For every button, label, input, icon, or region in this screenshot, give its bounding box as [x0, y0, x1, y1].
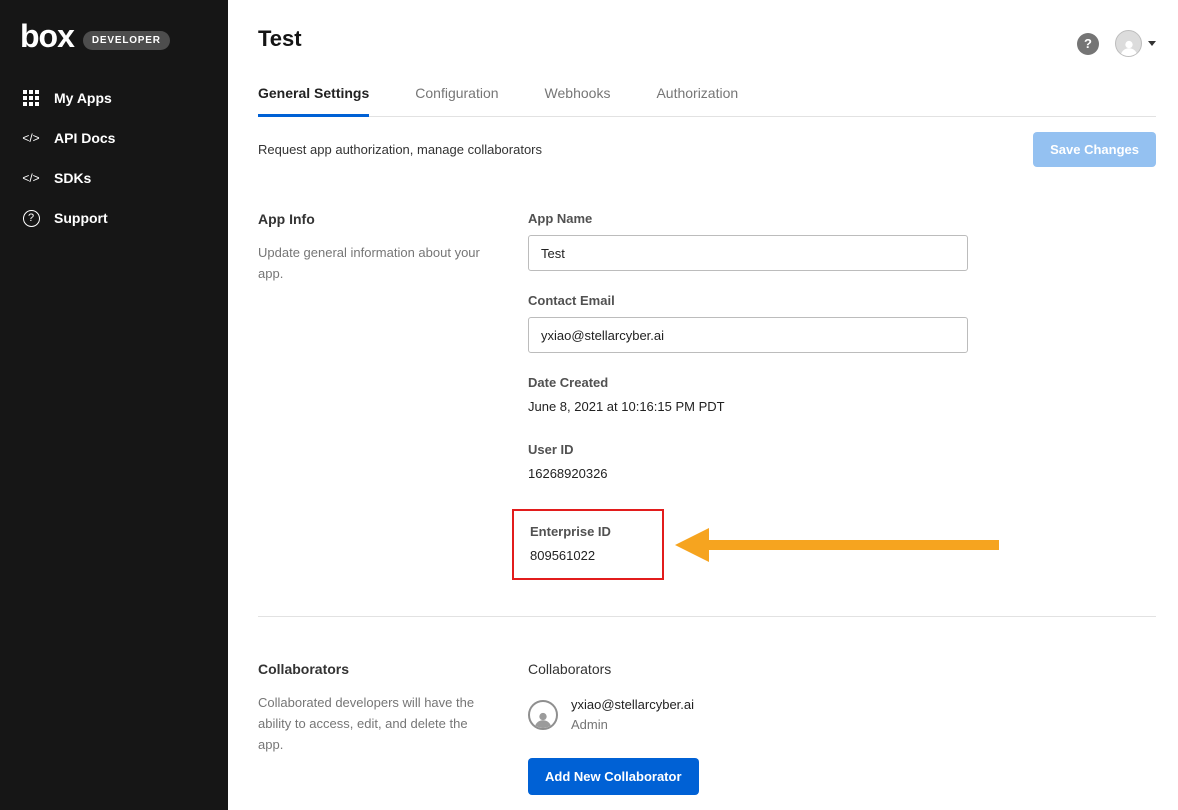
main-content: Test ? General Settings Configuration We… — [228, 0, 1178, 810]
annotation-arrow-icon — [675, 528, 999, 562]
tab-authorization[interactable]: Authorization — [656, 85, 738, 116]
collaborators-intro: Collaborators Collaborated developers wi… — [258, 661, 528, 795]
collaborators-heading: Collaborators — [258, 661, 496, 677]
enterprise-id-label: Enterprise ID — [530, 524, 646, 539]
app-info-intro: App Info Update general information abou… — [258, 211, 528, 580]
date-created-field: Date Created June 8, 2021 at 10:16:15 PM… — [528, 375, 1156, 414]
collaborators-description: Collaborated developers will have the ab… — [258, 693, 496, 755]
collaborator-role: Admin — [571, 717, 694, 732]
header-actions: ? — [1077, 30, 1156, 57]
arrow-head — [675, 528, 709, 562]
collaborators-section: Collaborators Collaborated developers wi… — [228, 661, 1178, 795]
app-name-input[interactable] — [528, 235, 968, 271]
sidebar-item-label: API Docs — [54, 130, 115, 146]
app-name-label: App Name — [528, 211, 1156, 226]
contact-email-field: Contact Email — [528, 293, 1156, 353]
app-info-heading: App Info — [258, 211, 496, 227]
tab-configuration[interactable]: Configuration — [415, 85, 498, 116]
question-icon: ? — [22, 210, 40, 227]
collaborator-info: yxiao@stellarcyber.ai Admin — [571, 697, 694, 732]
developer-badge: DEVELOPER — [83, 31, 170, 50]
subheader-description: Request app authorization, manage collab… — [258, 142, 542, 157]
date-created-value: June 8, 2021 at 10:16:15 PM PDT — [528, 399, 1156, 414]
user-id-value: 16268920326 — [528, 466, 1156, 481]
collaborator-row: yxiao@stellarcyber.ai Admin — [528, 697, 1156, 732]
save-changes-button[interactable]: Save Changes — [1033, 132, 1156, 167]
collaborator-avatar — [528, 700, 558, 730]
tab-webhooks[interactable]: Webhooks — [545, 85, 611, 116]
help-icon[interactable]: ? — [1077, 33, 1099, 55]
avatar[interactable] — [1115, 30, 1142, 57]
date-created-label: Date Created — [528, 375, 1156, 390]
sidebar-item-label: Support — [54, 210, 108, 226]
collaborators-list: Collaborators yxiao@stellarcyber.ai Admi… — [528, 661, 1156, 795]
contact-email-label: Contact Email — [528, 293, 1156, 308]
enterprise-id-value: 809561022 — [530, 548, 646, 563]
grid-icon — [22, 90, 40, 106]
sidebar: box DEVELOPER My Apps </> API Docs </> S… — [0, 0, 228, 810]
contact-email-input[interactable] — [528, 317, 968, 353]
sidebar-item-support[interactable]: ? Support — [0, 198, 228, 238]
tab-bar: General Settings Configuration Webhooks … — [258, 85, 1156, 117]
box-developer-logo[interactable]: box DEVELOPER — [0, 0, 228, 78]
app-info-form: App Name Contact Email Date Created June… — [528, 211, 1156, 580]
user-id-label: User ID — [528, 442, 1156, 457]
box-logo: box — [20, 20, 74, 52]
code-icon: </> — [22, 131, 40, 145]
collaborator-email: yxiao@stellarcyber.ai — [571, 697, 694, 712]
page-title: Test — [258, 26, 302, 52]
sidebar-item-label: My Apps — [54, 90, 112, 106]
sidebar-item-my-apps[interactable]: My Apps — [0, 78, 228, 118]
sidebar-item-api-docs[interactable]: </> API Docs — [0, 118, 228, 158]
app-info-description: Update general information about your ap… — [258, 243, 496, 285]
app-name-field: App Name — [528, 211, 1156, 271]
section-divider — [258, 616, 1156, 617]
enterprise-id-highlight-box: Enterprise ID 809561022 — [512, 509, 664, 580]
tab-general-settings[interactable]: General Settings — [258, 85, 369, 117]
sidebar-item-label: SDKs — [54, 170, 91, 186]
arrow-tail — [709, 540, 999, 550]
subheader: Request app authorization, manage collab… — [228, 117, 1178, 167]
code-icon: </> — [22, 171, 40, 185]
add-new-collaborator-button[interactable]: Add New Collaborator — [528, 758, 699, 795]
sidebar-item-sdks[interactable]: </> SDKs — [0, 158, 228, 198]
app-info-section: App Info Update general information abou… — [228, 211, 1178, 580]
sidebar-nav: My Apps </> API Docs </> SDKs ? Support — [0, 78, 228, 238]
page-header: Test ? — [228, 0, 1178, 57]
user-id-field: User ID 16268920326 — [528, 442, 1156, 481]
collaborators-list-label: Collaborators — [528, 661, 1156, 677]
chevron-down-icon[interactable] — [1148, 41, 1156, 46]
